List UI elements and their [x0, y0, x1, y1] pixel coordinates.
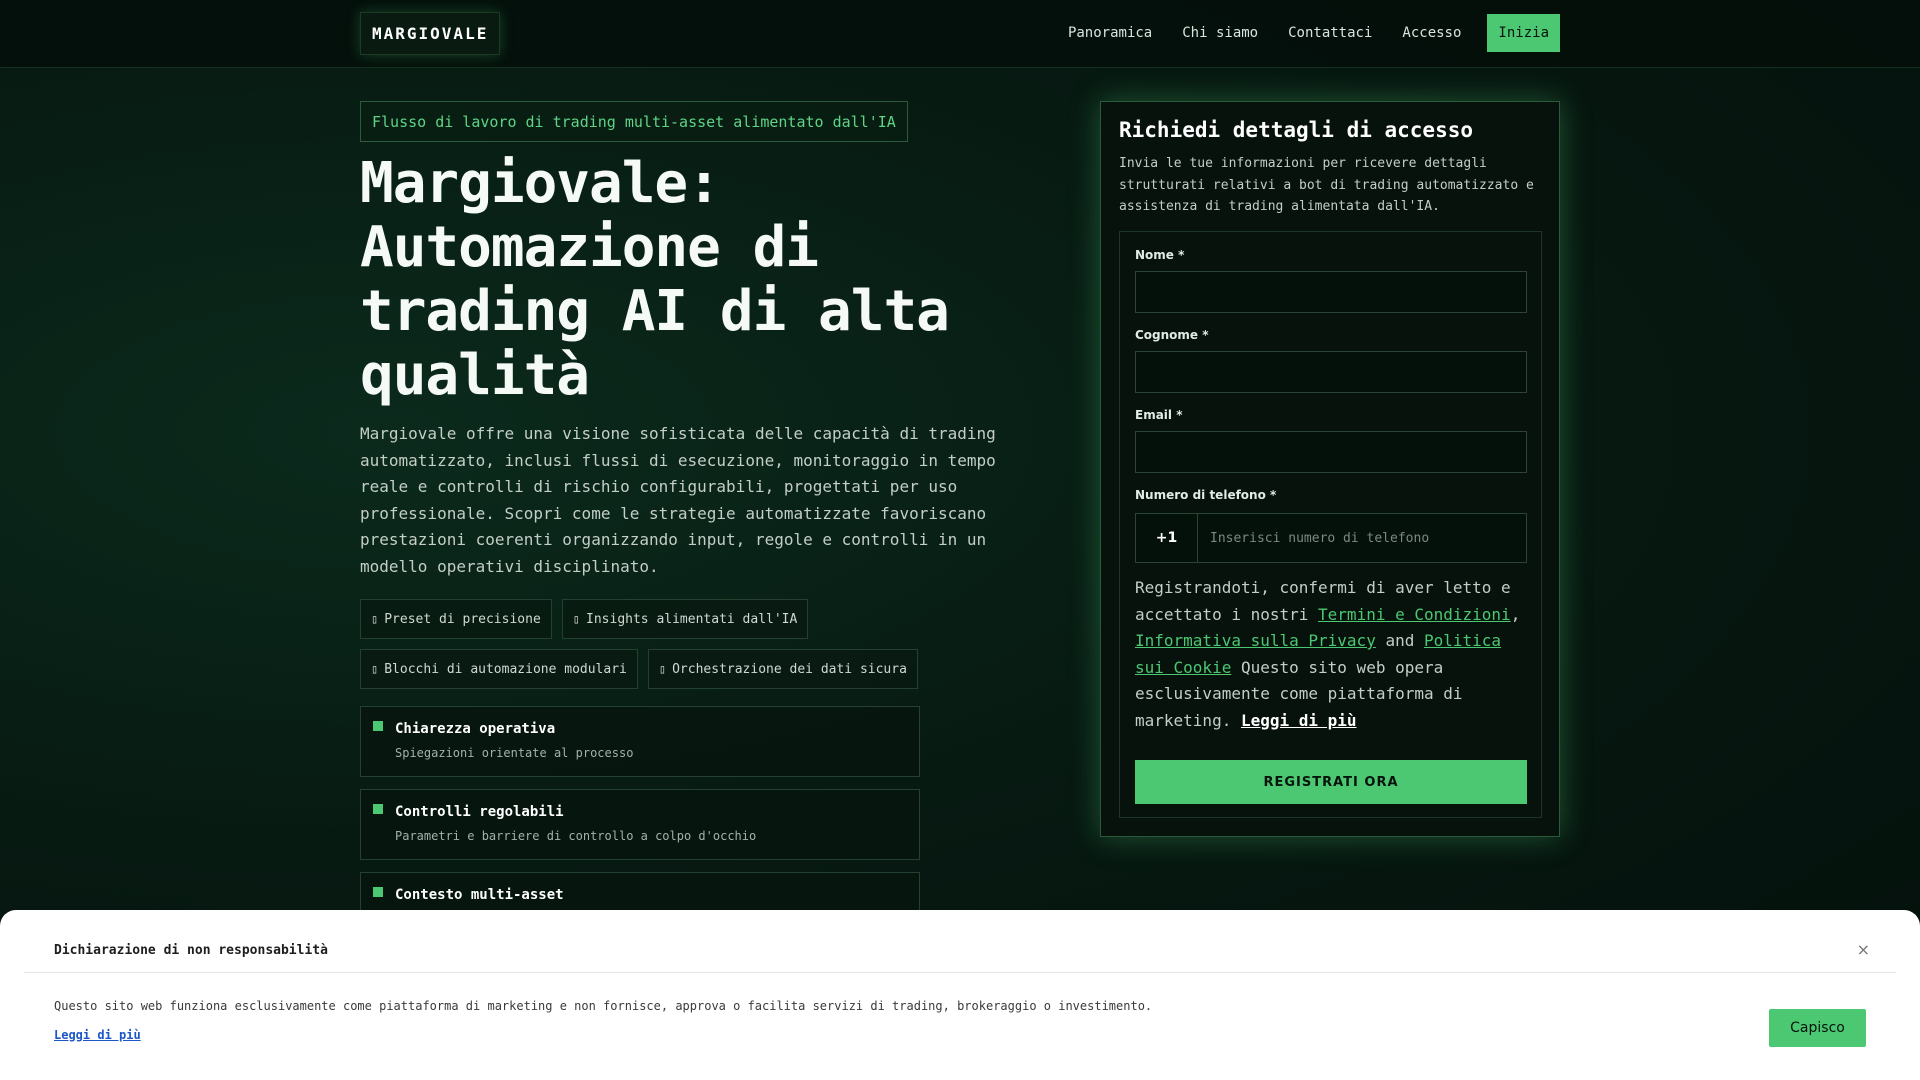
square-bullet-icon: [373, 887, 383, 897]
feature-title: Controlli regolabili: [395, 804, 564, 820]
acknowledge-button[interactable]: Capisco: [1769, 1009, 1866, 1047]
chip-glyph-icon: ▯: [658, 662, 667, 676]
close-icon[interactable]: ×: [1857, 940, 1870, 959]
chip-label: Orchestrazione dei dati sicura: [672, 661, 907, 677]
nav-link-contattaci[interactable]: Contattaci: [1276, 15, 1384, 51]
disclaimer-text: Questo sito web funziona esclusivamente …: [54, 999, 1153, 1013]
square-bullet-icon: [373, 804, 383, 814]
chip-glyph-icon: ▯: [371, 662, 379, 676]
register-now-button[interactable]: REGISTRATI ORA: [1135, 760, 1527, 804]
form-title: Richiedi dettagli di accesso: [1119, 118, 1474, 142]
start-button[interactable]: Inizia: [1487, 14, 1560, 52]
disclaimer-read-more-link[interactable]: Leggi di più: [54, 1028, 141, 1042]
form-subtitle: Invia le tue informazioni per ricevere d…: [1119, 156, 1534, 214]
first-name-field[interactable]: [1135, 271, 1527, 313]
hero-description: Margiovale offre una visione sofisticata…: [360, 424, 996, 576]
hero-tagline: Flusso di lavoro di trading multi-asset …: [360, 101, 908, 142]
consent-separator: and: [1375, 631, 1424, 650]
feature-description: Spiegazioni orientate al processo: [395, 746, 634, 760]
disclaimer-banner: Dichiarazione di non responsabilità × Qu…: [0, 910, 1920, 1080]
chip-glyph-icon: ▯: [572, 612, 581, 626]
email-label: Email *: [1135, 408, 1183, 422]
chip-glyph-icon: ▯: [371, 612, 379, 626]
chip-insights: ▯ Insights alimentati dall'IA: [561, 599, 809, 639]
hero-title: Margiovale: Automazione di trading AI di…: [360, 151, 950, 408]
phone-field-group: +1: [1135, 513, 1527, 563]
consent-text: Registrandoti, confermi di aver letto e …: [1135, 575, 1535, 734]
phone-label: Numero di telefono *: [1135, 488, 1277, 502]
divider: [24, 972, 1896, 973]
chip-modular-blocks: ▯ Blocchi di automazione modulari: [360, 649, 638, 689]
privacy-link[interactable]: Informativa sulla Privacy: [1135, 631, 1376, 650]
feature-card: Chiarezza operativa Spiegazioni orientat…: [360, 706, 920, 777]
chip-label: Blocchi di automazione modulari: [384, 661, 627, 677]
terms-link[interactable]: Termini e Condizioni: [1318, 605, 1511, 624]
last-name-field[interactable]: [1135, 351, 1527, 393]
signup-form-card: Richiedi dettagli di accesso Invia le tu…: [1100, 101, 1560, 837]
nav-link-accesso[interactable]: Accesso: [1390, 15, 1473, 51]
last-name-label: Cognome *: [1135, 328, 1209, 342]
feature-description: Parametri e barriere di controllo a colp…: [395, 829, 757, 843]
nav-link-panoramica[interactable]: Panoramica: [1056, 15, 1164, 51]
nav-links: Panoramica Chi siamo Contattaci Accesso …: [1056, 14, 1560, 52]
feature-title: Chiarezza operativa: [395, 721, 556, 737]
phone-field[interactable]: [1198, 514, 1526, 562]
logo[interactable]: MARGIOVALE: [360, 12, 501, 55]
feature-card: Controlli regolabili Parametri e barrier…: [360, 789, 920, 860]
top-navbar: MARGIOVALE Panoramica Chi siamo Contatta…: [0, 0, 1920, 68]
first-name-label: Nome *: [1135, 248, 1185, 262]
chip-label: Preset di precisione: [384, 611, 541, 627]
nav-link-chi-siamo[interactable]: Chi siamo: [1170, 15, 1270, 51]
disclaimer-title: Dichiarazione di non responsabilità: [54, 943, 328, 958]
signup-form: Nome * Cognome * Email * Numero di telef…: [1119, 231, 1542, 818]
email-field[interactable]: [1135, 431, 1527, 473]
chip-data-orchestration: ▯ Orchestrazione dei dati sicura: [647, 649, 918, 689]
chip-preset: ▯ Preset di precisione: [360, 599, 552, 639]
chip-label: Insights alimentati dall'IA: [586, 611, 798, 627]
read-more-link[interactable]: Leggi di più: [1241, 711, 1357, 730]
square-bullet-icon: [373, 721, 383, 731]
consent-separator: ,: [1510, 604, 1521, 624]
country-code-selector[interactable]: +1: [1136, 514, 1198, 562]
feature-title: Contesto multi-asset: [395, 887, 564, 903]
feature-chips: ▯ Preset di precisione ▯ Insights alimen…: [360, 599, 980, 689]
